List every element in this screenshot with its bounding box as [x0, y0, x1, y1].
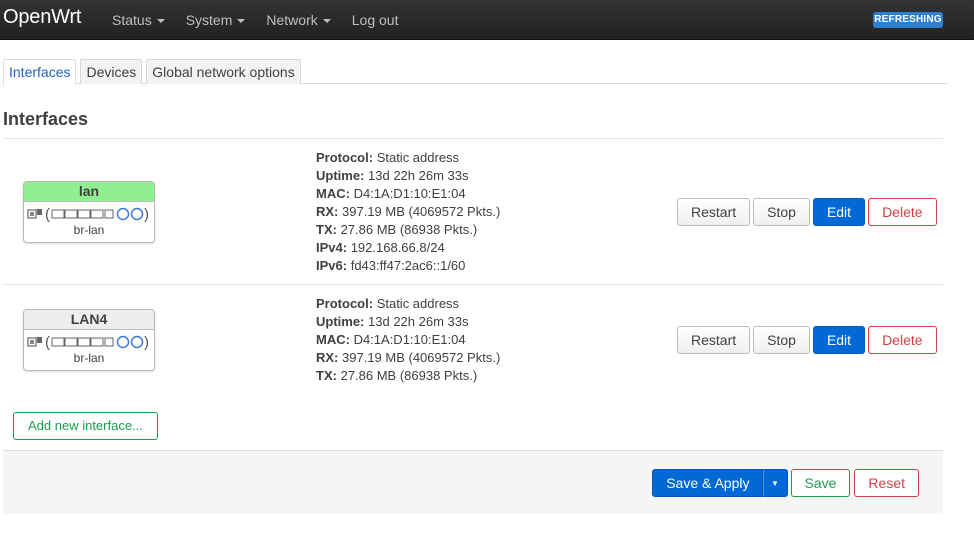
row-actions: Restart Stop Edit Delete	[677, 326, 940, 354]
edit-button[interactable]: Edit	[812, 326, 866, 354]
detail-protocol: Protocol: Static address	[316, 150, 460, 165]
detail-mac: MAC: D4:1A:D1:10:E1:04	[316, 186, 466, 201]
caret-down-icon	[156, 18, 165, 23]
stop-button[interactable]: Stop	[753, 326, 810, 354]
save-apply-button[interactable]: Save & Apply	[652, 469, 763, 497]
detail-mac: MAC: D4:1A:D1:10:E1:04	[316, 332, 466, 347]
menu-logout-label: Log out	[351, 12, 399, 28]
main-menu: Status System Network Log out	[112, 0, 419, 40]
menu-logout[interactable]: Log out	[352, 0, 399, 40]
svg-text:(: (	[45, 206, 50, 223]
detail-rx: RX: 397.19 MB (4069572 Pkts.)	[316, 350, 501, 365]
save-button[interactable]: Save	[790, 469, 851, 497]
svg-text:): )	[144, 206, 149, 223]
caret-down-icon: ▼	[771, 478, 779, 488]
top-navbar: OpenWrt Status System Network Log out RE…	[0, 0, 974, 40]
add-interface-button[interactable]: Add new interface...	[13, 412, 158, 440]
ethernet-ports-icon: ( )	[27, 334, 149, 351]
interface-details: Protocol: Static address Uptime: 13d 22h…	[316, 295, 500, 385]
interface-row-lan4: LAN4 ( ) br-lan Protocol: Static address…	[3, 285, 943, 395]
caret-down-icon	[322, 18, 331, 23]
tab-global-network-options[interactable]: Global network options	[146, 59, 301, 84]
tab-bar: Interfaces Devices Global network option…	[3, 59, 947, 85]
detail-tx: TX: 27.86 MB (86938 Pkts.)	[316, 222, 478, 237]
tab-interfaces[interactable]: Interfaces	[3, 59, 77, 85]
restart-button[interactable]: Restart	[677, 198, 751, 226]
menu-system[interactable]: System	[186, 0, 246, 40]
ethernet-ports-icon: ( )	[27, 206, 149, 223]
interface-name: lan	[24, 182, 154, 202]
port-icons: ( )	[24, 202, 154, 224]
edit-button[interactable]: Edit	[812, 198, 866, 226]
interface-badge: LAN4 ( ) br-lan	[23, 309, 155, 371]
port-icons: ( )	[24, 330, 154, 352]
detail-rx: RX: 397.19 MB (4069572 Pkts.)	[316, 204, 501, 219]
detail-ipv4: IPv4: 192.168.66.8/24	[316, 240, 445, 255]
detail-ipv6: IPv6: fd43:ff47:2ac6::1/60	[316, 258, 466, 273]
detail-uptime: Uptime: 13d 22h 26m 33s	[316, 314, 469, 329]
footer-actions-bar: Save & Apply ▼ Save Reset	[3, 450, 943, 514]
footer-actions: Save & Apply ▼ Save Reset	[652, 469, 923, 497]
menu-system-label: System	[185, 12, 233, 28]
interface-device: br-lan	[73, 351, 105, 365]
stop-button[interactable]: Stop	[753, 198, 810, 226]
delete-button[interactable]: Delete	[868, 326, 937, 354]
page-title: Interfaces	[3, 109, 89, 129]
reset-button[interactable]: Reset	[854, 469, 919, 497]
menu-status-label: Status	[112, 12, 152, 28]
refreshing-badge[interactable]: REFRESHING	[873, 12, 943, 28]
tab-devices[interactable]: Devices	[80, 59, 143, 84]
caret-down-icon	[237, 18, 246, 23]
menu-network[interactable]: Network	[266, 0, 331, 40]
detail-tx: TX: 27.86 MB (86938 Pkts.)	[316, 368, 478, 383]
brand-logo[interactable]: OpenWrt	[3, 6, 81, 29]
delete-button[interactable]: Delete	[868, 198, 937, 226]
svg-text:(: (	[45, 334, 50, 351]
interface-badge: lan ( ) br-lan	[23, 181, 155, 243]
restart-button[interactable]: Restart	[677, 326, 751, 354]
menu-network-label: Network	[266, 12, 318, 28]
interface-name: LAN4	[24, 310, 154, 330]
svg-text:): )	[144, 334, 149, 351]
menu-status[interactable]: Status	[112, 0, 165, 40]
save-apply-split-button: Save & Apply ▼	[652, 469, 788, 497]
detail-protocol: Protocol: Static address	[316, 296, 460, 311]
interface-device: br-lan	[73, 223, 105, 237]
interface-details: Protocol: Static address Uptime: 13d 22h…	[316, 149, 500, 275]
save-apply-dropdown-toggle[interactable]: ▼	[762, 469, 788, 497]
detail-uptime: Uptime: 13d 22h 26m 33s	[316, 168, 469, 183]
interface-row-lan: lan ( ) br-lan Protocol: Static address …	[3, 139, 943, 284]
row-actions: Restart Stop Edit Delete	[677, 198, 940, 226]
